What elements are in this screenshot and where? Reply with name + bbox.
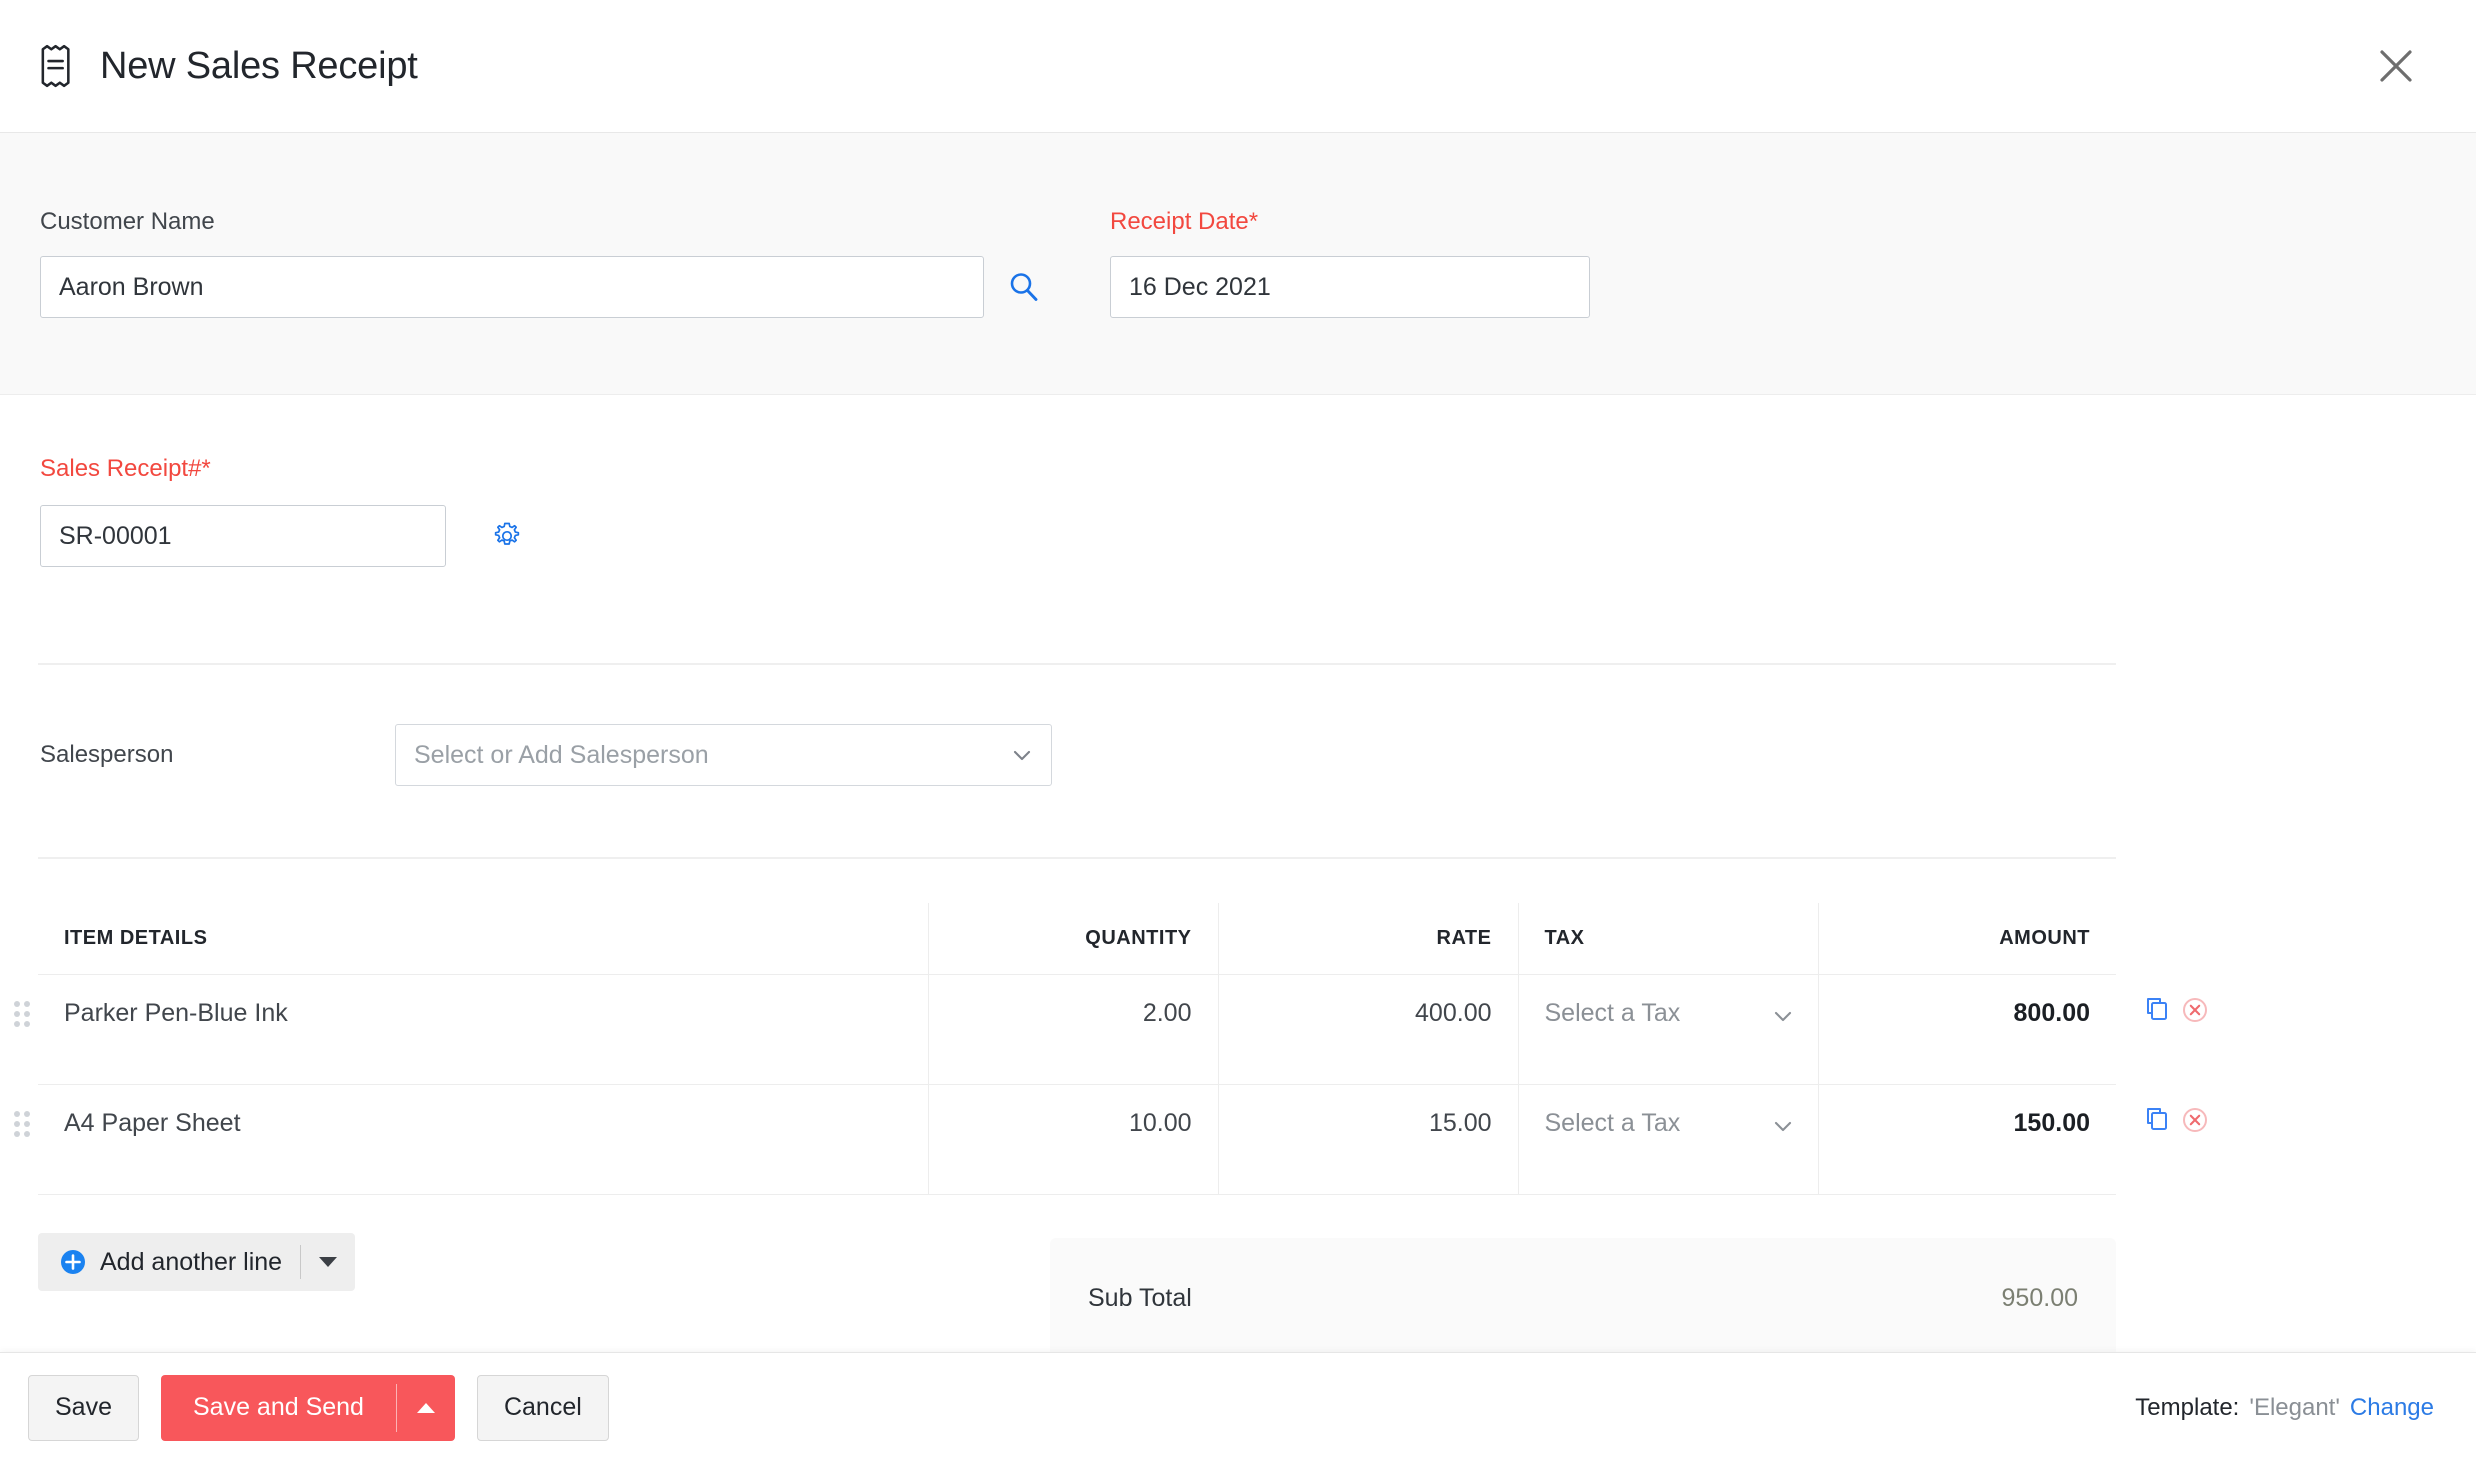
line-items-table: ITEM DETAILS QUANTITY RATE TAX AMOUNT Pa…: [38, 903, 2116, 1195]
cell-quantity[interactable]: 10.00: [928, 1084, 1219, 1195]
cell-item-name[interactable]: Parker Pen-Blue Ink: [38, 974, 929, 1085]
receipt-icon: [40, 44, 74, 88]
column-header-rate: RATE: [1218, 903, 1519, 975]
table-row: Parker Pen-Blue Ink 2.00 400.00 Select a…: [38, 974, 2116, 1085]
row-actions-group: [2140, 1103, 2212, 1137]
template-value: 'Elegant': [2249, 1393, 2340, 1421]
caret-down-icon: [319, 1257, 338, 1267]
template-info-group: Template: 'Elegant' Change: [2135, 1394, 2434, 1422]
page-title: New Sales Receipt: [100, 44, 418, 87]
sub-total-value: 950.00: [2001, 1283, 2078, 1312]
change-template-link[interactable]: Change: [2350, 1394, 2434, 1422]
receipt-date-field-group: Receipt Date*: [1110, 208, 1590, 318]
add-another-line-button[interactable]: Add another line: [38, 1233, 356, 1291]
receipt-date-label: Receipt Date*: [1110, 208, 1259, 235]
receipt-date-input[interactable]: [1110, 256, 1590, 318]
cell-item-name[interactable]: A4 Paper Sheet: [38, 1084, 929, 1195]
cancel-button[interactable]: Cancel: [476, 1374, 609, 1441]
delete-circle-icon[interactable]: [2178, 1103, 2212, 1137]
copy-icon[interactable]: [2140, 993, 2174, 1027]
sales-receipt-number-group: Sales Receipt#*: [40, 455, 524, 567]
save-button[interactable]: Save: [28, 1374, 139, 1441]
salesperson-placeholder: Select or Add Salesperson: [414, 740, 709, 769]
cell-quantity[interactable]: 2.00: [928, 974, 1219, 1085]
save-and-send-dropdown-toggle[interactable]: [397, 1375, 455, 1441]
titlebar-left-group: New Sales Receipt: [0, 44, 418, 88]
column-header-item-details: ITEM DETAILS: [38, 903, 929, 975]
totals-panel: Sub Total 950.00: [1050, 1238, 2116, 1358]
copy-icon[interactable]: [2140, 1103, 2174, 1137]
column-header-amount: AMOUNT: [1818, 903, 2116, 975]
cell-amount: 150.00: [1818, 1084, 2116, 1195]
salesperson-label: Salesperson: [40, 741, 174, 768]
salesperson-field-group: Salesperson Select or Add Salesperson: [40, 724, 1052, 786]
customer-name-field-group: Customer Name: [40, 208, 1042, 318]
gear-icon[interactable]: [490, 519, 524, 553]
add-another-line-label: Add another line: [100, 1247, 283, 1276]
sales-receipt-number-input[interactable]: [40, 505, 446, 567]
footer-action-bar: Save Save and Send Cancel Template: 'Ele…: [0, 1352, 2476, 1462]
cell-rate[interactable]: 15.00: [1218, 1084, 1519, 1195]
chevron-down-icon: [1772, 1005, 1794, 1027]
cell-tax-select[interactable]: Select a Tax: [1518, 974, 1819, 1085]
cell-rate[interactable]: 400.00: [1218, 974, 1519, 1085]
template-label: Template:: [2135, 1393, 2240, 1421]
drag-handle-icon[interactable]: [10, 1108, 34, 1142]
table-row: A4 Paper Sheet 10.00 15.00 Select a Tax …: [38, 1084, 2116, 1195]
search-icon[interactable]: [1006, 269, 1042, 305]
dialog-titlebar: New Sales Receipt: [0, 0, 2476, 133]
sub-total-label: Sub Total: [1088, 1283, 1192, 1312]
chevron-down-icon: [1772, 1115, 1794, 1137]
salesperson-select[interactable]: Select or Add Salesperson: [395, 724, 1052, 786]
column-header-tax: TAX: [1518, 903, 1819, 975]
customer-name-label: Customer Name: [40, 208, 215, 235]
add-line-dropdown-toggle[interactable]: [301, 1257, 355, 1267]
section-divider-2: [38, 857, 2116, 859]
delete-circle-icon[interactable]: [2178, 993, 2212, 1027]
row-actions-group: [2140, 993, 2212, 1027]
table-header-row: ITEM DETAILS QUANTITY RATE TAX AMOUNT: [38, 903, 2116, 975]
sales-receipt-number-label: Sales Receipt#*: [40, 455, 211, 482]
close-icon[interactable]: [2374, 44, 2418, 88]
customer-name-row: [40, 256, 1042, 318]
caret-up-icon: [416, 1402, 435, 1413]
plus-circle-icon: [58, 1247, 88, 1277]
customer-name-input[interactable]: [40, 256, 984, 318]
column-header-quantity: QUANTITY: [928, 903, 1219, 975]
cell-tax-select[interactable]: Select a Tax: [1518, 1084, 1819, 1195]
sales-receipt-number-row: [40, 505, 524, 567]
tax-placeholder: Select a Tax: [1544, 999, 1681, 1027]
cell-amount: 800.00: [1818, 974, 2116, 1085]
footer-buttons-group: Save Save and Send Cancel: [0, 1374, 609, 1441]
new-sales-receipt-page: New Sales Receipt Customer Name Aaron Br…: [0, 0, 2476, 1462]
chevron-down-icon: [1011, 744, 1033, 766]
save-and-send-button[interactable]: Save and Send: [160, 1374, 455, 1441]
tax-placeholder: Select a Tax: [1544, 1109, 1681, 1137]
customer-date-band: Customer Name Receipt Date*: [0, 133, 2476, 395]
save-and-send-label: Save and Send: [192, 1393, 364, 1421]
section-divider-1: [38, 663, 2116, 665]
drag-handle-icon[interactable]: [10, 998, 34, 1032]
